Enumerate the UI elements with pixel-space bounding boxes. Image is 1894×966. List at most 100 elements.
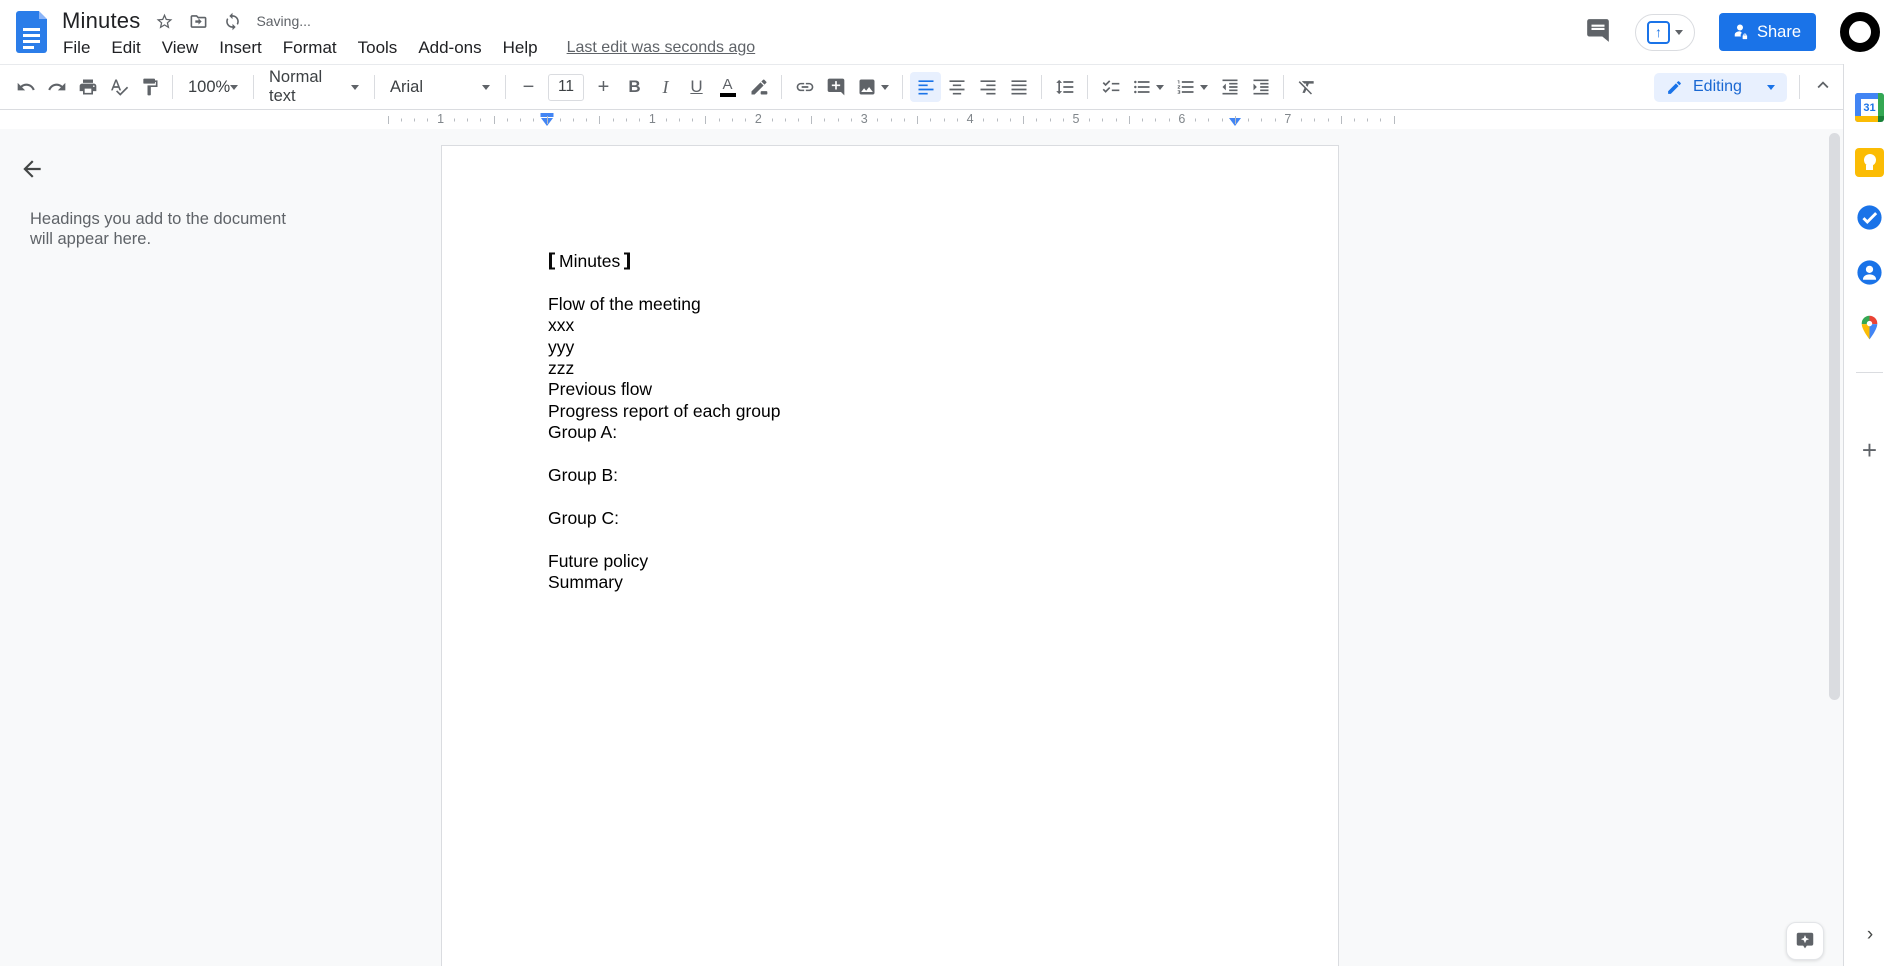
undo-button[interactable] xyxy=(10,72,41,102)
highlight-color-button[interactable] xyxy=(743,72,774,102)
document-line[interactable]: xxx xyxy=(548,315,1298,336)
expand-panel-button[interactable]: › xyxy=(1856,921,1884,949)
underline-button[interactable]: U xyxy=(681,72,712,102)
document-line[interactable]: Future policy xyxy=(548,551,1298,572)
align-center-button[interactable] xyxy=(941,72,972,102)
header-right: ↑ Share xyxy=(1585,0,1886,64)
bulleted-list-button[interactable] xyxy=(1126,72,1170,102)
spell-check-button[interactable] xyxy=(103,72,134,102)
cjk-right-bracket xyxy=(624,252,631,270)
decrease-font-size-button[interactable]: − xyxy=(513,72,544,102)
document-line[interactable]: Progress report of each group xyxy=(548,401,1298,422)
chevron-down-icon xyxy=(881,84,889,90)
present-button[interactable]: ↑ xyxy=(1634,13,1695,51)
document-line[interactable]: Group B: xyxy=(548,465,1298,486)
document-text[interactable]: Minutes Flow of the meeting xxx yyy zzz Prev… xyxy=(548,250,1298,594)
add-comment-button[interactable] xyxy=(820,72,851,102)
google-calendar-icon[interactable]: 31 xyxy=(1854,92,1885,123)
document-line[interactable]: Summary xyxy=(548,572,1298,593)
paint-format-button[interactable] xyxy=(134,72,165,102)
ruler-tick xyxy=(572,118,574,122)
document-line[interactable]: Group C: xyxy=(548,508,1298,529)
close-outline-button[interactable] xyxy=(14,151,50,187)
styles-select[interactable]: Normal text xyxy=(261,68,367,105)
vertical-scrollbar[interactable] xyxy=(1829,133,1840,700)
explore-button[interactable] xyxy=(1786,922,1824,960)
document-line[interactable]: yyy xyxy=(548,337,1298,358)
justify-button[interactable] xyxy=(1003,72,1034,102)
menu-item-tools[interactable]: Tools xyxy=(356,36,400,60)
checklist-button[interactable] xyxy=(1095,72,1126,102)
document-line[interactable]: Minutes xyxy=(548,250,1298,272)
text-color-button[interactable]: A xyxy=(712,72,743,102)
google-maps-icon[interactable] xyxy=(1854,312,1885,343)
ruler-tick xyxy=(718,118,720,122)
ruler-tick xyxy=(1089,118,1091,122)
ruler-tick xyxy=(811,116,813,124)
document-line[interactable]: Previous flow xyxy=(548,379,1298,400)
collapse-toolbar-button[interactable] xyxy=(1812,74,1834,101)
bold-button[interactable]: B xyxy=(619,72,650,102)
increase-indent-button[interactable] xyxy=(1245,72,1276,102)
zoom-select[interactable]: 100% xyxy=(180,72,246,102)
move-folder-icon[interactable] xyxy=(188,11,208,31)
google-contacts-icon[interactable] xyxy=(1854,257,1885,288)
mode-label: Editing xyxy=(1693,78,1742,95)
insert-link-button[interactable] xyxy=(789,72,820,102)
share-button[interactable]: Share xyxy=(1718,13,1816,51)
numbered-list-button[interactable] xyxy=(1170,72,1214,102)
google-tasks-icon[interactable] xyxy=(1854,202,1885,233)
mode-select[interactable]: Editing xyxy=(1654,72,1787,102)
document-line[interactable]: Flow of the meeting xyxy=(548,294,1298,315)
menu-item-insert[interactable]: Insert xyxy=(217,36,264,60)
document-line[interactable] xyxy=(548,486,1298,507)
menu-item-edit[interactable]: Edit xyxy=(109,36,142,60)
ruler-number: 4 xyxy=(966,112,974,126)
toolbar-right: Editing xyxy=(1654,72,1843,102)
document-line[interactable] xyxy=(548,529,1298,550)
line-spacing-button[interactable] xyxy=(1049,72,1080,102)
ruler-number: 7 xyxy=(1284,112,1292,126)
document-line[interactable]: Group A: xyxy=(548,422,1298,443)
ruler-tick xyxy=(1274,118,1276,122)
ruler-tick xyxy=(917,116,919,124)
menu-item-file[interactable]: File xyxy=(61,36,92,60)
last-edit-status[interactable]: Last edit was seconds ago xyxy=(567,39,756,57)
avatar[interactable] xyxy=(1840,12,1880,52)
ruler-tick xyxy=(1128,116,1130,124)
add-addon-button[interactable]: + xyxy=(1854,435,1885,466)
document-page[interactable]: Minutes Flow of the meeting xxx yyy zzz Prev… xyxy=(441,145,1339,966)
present-icon: ↑ xyxy=(1646,20,1670,44)
menu-item-view[interactable]: View xyxy=(160,36,201,60)
increase-font-size-button[interactable]: + xyxy=(588,72,619,102)
comment-history-icon[interactable] xyxy=(1585,17,1611,48)
print-button[interactable] xyxy=(72,72,103,102)
ruler[interactable]: 1 1 2 3 4 5 6 7 xyxy=(0,111,1843,129)
ruler-tick xyxy=(400,118,402,122)
clear-formatting-button[interactable] xyxy=(1291,72,1322,102)
ruler-tick xyxy=(996,118,998,122)
align-left-button[interactable] xyxy=(910,72,941,102)
decrease-indent-button[interactable] xyxy=(1214,72,1245,102)
redo-button[interactable] xyxy=(41,72,72,102)
italic-button[interactable]: I xyxy=(650,72,681,102)
menu-item-addons[interactable]: Add-ons xyxy=(416,36,483,60)
font-size-input[interactable]: 11 xyxy=(548,73,584,101)
document-line[interactable] xyxy=(548,272,1298,293)
star-icon[interactable] xyxy=(154,11,174,31)
insert-image-button[interactable] xyxy=(851,72,895,102)
align-right-button[interactable] xyxy=(972,72,1003,102)
menu-item-format[interactable]: Format xyxy=(281,36,339,60)
document-line[interactable]: zzz xyxy=(548,358,1298,379)
person-lock-icon xyxy=(1734,24,1748,40)
menu-item-help[interactable]: Help xyxy=(501,36,540,60)
ruler-tick xyxy=(1248,118,1250,122)
document-title[interactable]: Minutes xyxy=(62,8,140,34)
document-line[interactable] xyxy=(548,444,1298,465)
ruler-tick xyxy=(480,118,482,122)
header: Minutes Saving... File Edit View Insert Form… xyxy=(0,0,1894,64)
font-select[interactable]: Arial xyxy=(382,72,498,102)
google-keep-icon[interactable] xyxy=(1854,147,1885,178)
ruler-tick xyxy=(705,116,707,124)
google-docs-logo[interactable] xyxy=(16,11,47,53)
